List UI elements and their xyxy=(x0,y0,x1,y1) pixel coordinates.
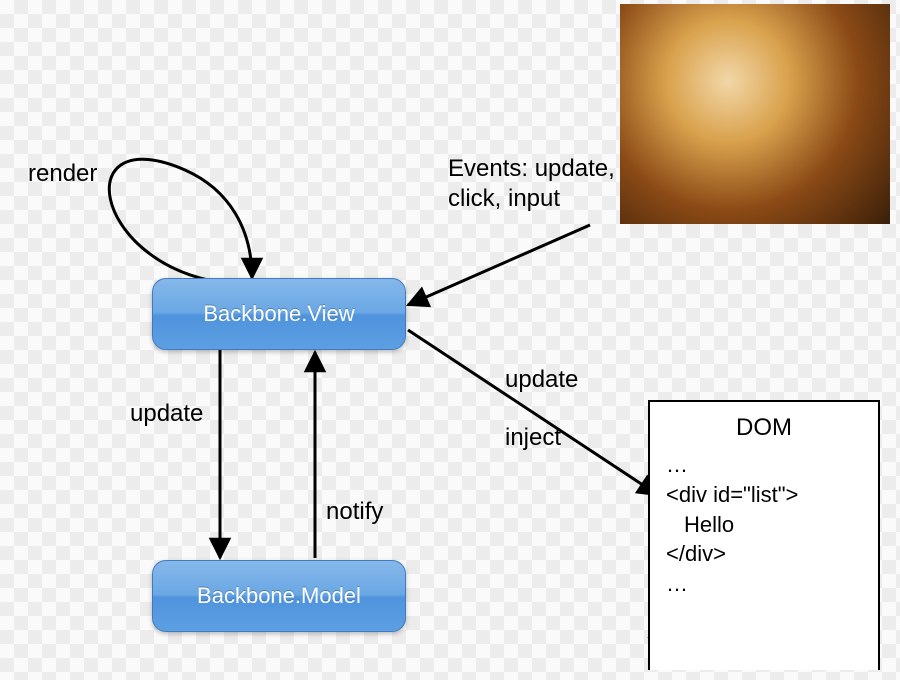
dom-line-1: … xyxy=(666,450,862,480)
dom-title: DOM xyxy=(666,412,862,444)
node-backbone-model-label: Backbone.Model xyxy=(197,583,361,609)
dom-line-4: </div> xyxy=(666,539,862,569)
dom-line-2: <div id="list"> xyxy=(666,480,862,510)
node-backbone-view-label: Backbone.View xyxy=(203,301,354,327)
dom-line-3: Hello xyxy=(666,510,862,540)
diagram-stage: Backbone.View Backbone.Model render Even… xyxy=(0,0,900,680)
label-render: render xyxy=(28,160,97,188)
photo-child xyxy=(620,4,890,224)
dom-box: DOM … <div id="list"> Hello </div> … xyxy=(648,400,880,670)
dom-line-5: … xyxy=(666,569,862,599)
label-inject: inject xyxy=(505,424,561,452)
node-backbone-model: Backbone.Model xyxy=(152,560,406,632)
node-backbone-view: Backbone.View xyxy=(152,278,406,350)
label-update-left: update xyxy=(130,400,203,428)
label-update-right: update xyxy=(505,366,578,394)
label-events: Events: update, click, input xyxy=(448,154,615,214)
photo-fill xyxy=(620,4,890,224)
label-notify: notify xyxy=(326,498,383,526)
